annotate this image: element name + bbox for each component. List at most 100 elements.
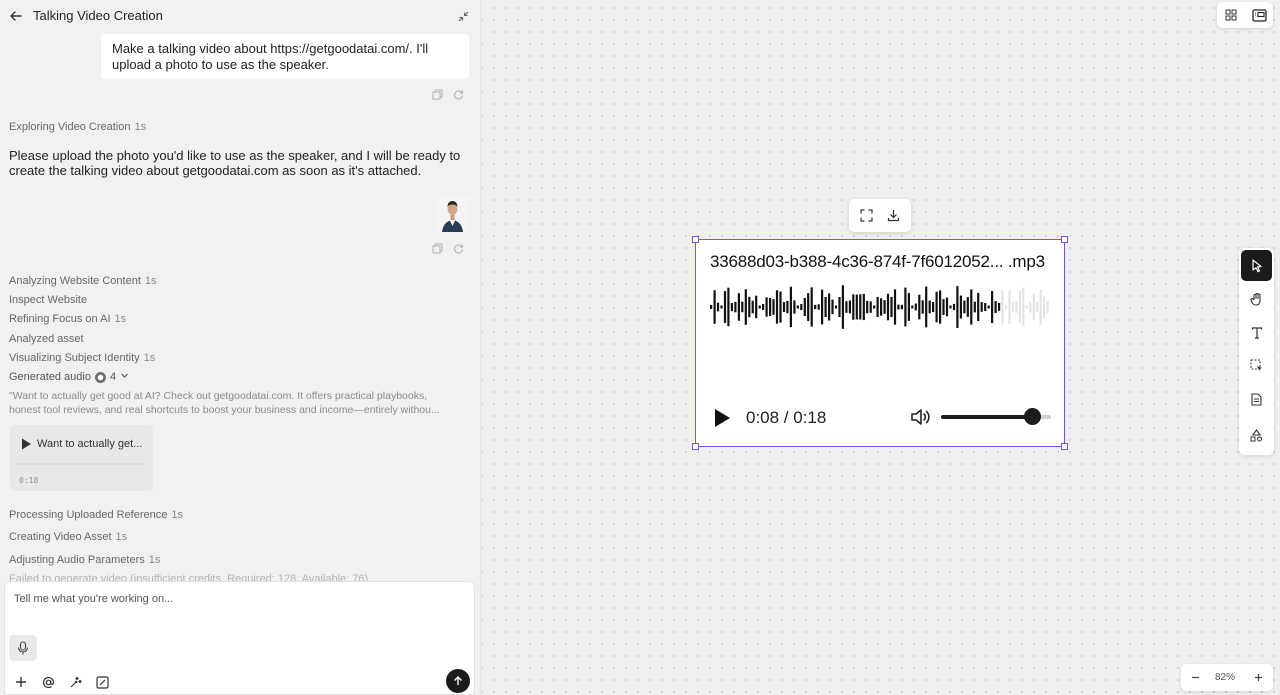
hand-icon[interactable] xyxy=(1241,283,1272,314)
waveform-bar xyxy=(762,304,765,311)
speaker-photo-thumbnail[interactable] xyxy=(436,196,469,232)
step-duration: 1s xyxy=(134,121,147,133)
waveform-bar xyxy=(900,304,903,310)
resize-handle[interactable] xyxy=(1061,443,1068,450)
waveform-bar xyxy=(831,299,834,315)
waveform-bar xyxy=(956,286,959,328)
step-label: Inspect Website xyxy=(9,294,88,306)
view-toggle xyxy=(1217,2,1273,28)
step-label: Creating Video Asset xyxy=(9,531,112,543)
waveform-bar xyxy=(800,304,803,311)
audio-media-node[interactable]: 33688d03-b388-4c36-874f-7f6012052... .mp… xyxy=(692,236,1068,450)
audio-script-quote: "Want to actually get good at AI? Check … xyxy=(9,390,440,416)
volume-fill xyxy=(941,415,1033,419)
composer-input[interactable]: Tell me what you're working on... xyxy=(14,593,173,605)
play-icon[interactable] xyxy=(19,437,33,451)
waveform-bar xyxy=(984,303,987,311)
waveform-bar xyxy=(921,300,924,314)
waveform-bar xyxy=(963,300,966,314)
waveform-bar xyxy=(970,289,973,325)
waveform-bar xyxy=(880,298,883,316)
failed-generation-notice[interactable]: Failed to generate video (insufficient c… xyxy=(9,573,368,581)
waveform-bar xyxy=(845,301,848,313)
shapes-icon[interactable] xyxy=(1241,420,1272,451)
text-icon[interactable] xyxy=(1241,317,1272,348)
volume-slider[interactable] xyxy=(941,408,1051,425)
copy-icon[interactable] xyxy=(431,88,444,101)
waveform-bar xyxy=(897,304,900,310)
waveform-bar xyxy=(779,291,782,323)
step-item: Analyzing Website Content 1s xyxy=(9,275,157,287)
waveform-bar xyxy=(720,305,723,309)
waveform-bar xyxy=(716,302,720,312)
waveform-bar xyxy=(1015,301,1018,313)
waveform-bar xyxy=(817,304,820,310)
generated-audio-label: Generated audio xyxy=(9,371,91,383)
waveform-bar xyxy=(949,305,952,309)
waveform-bar xyxy=(952,303,956,311)
retry-icon[interactable] xyxy=(452,242,465,255)
resize-handle[interactable] xyxy=(692,236,699,243)
waveform-bar xyxy=(855,294,858,320)
waveform-bar xyxy=(886,293,890,321)
plus-icon[interactable] xyxy=(13,674,29,690)
waveform-bar xyxy=(727,287,730,327)
waveform-bar xyxy=(907,293,910,321)
audio-card[interactable]: Want to actually get... 0:18 xyxy=(10,425,153,491)
waveform-bar xyxy=(821,289,824,325)
resize-handle[interactable] xyxy=(692,443,699,450)
zoom-control: 82% xyxy=(1181,664,1273,691)
magic-icon[interactable] xyxy=(67,674,83,690)
step-item: Adjusting Audio Parameters 1s xyxy=(9,554,160,566)
chevron-down-icon[interactable] xyxy=(120,371,129,383)
step-label: Exploring Video Creation xyxy=(9,121,131,133)
chat-title: Talking Video Creation xyxy=(33,8,163,23)
download-icon[interactable] xyxy=(885,207,903,225)
volume-icon[interactable] xyxy=(910,407,932,427)
volume-knob[interactable] xyxy=(1024,408,1042,425)
playback-time: 0:08 / 0:18 xyxy=(746,408,827,427)
play-icon[interactable] xyxy=(712,407,732,429)
waveform-bar xyxy=(841,285,844,329)
region-select-icon[interactable] xyxy=(1241,350,1272,381)
waveform-bar xyxy=(814,304,817,310)
step-duration: 1s xyxy=(171,509,183,521)
send-icon[interactable] xyxy=(446,669,470,693)
back-arrow-icon[interactable] xyxy=(6,6,26,26)
step-label: Visualizing Subject Identity xyxy=(9,352,140,364)
fullscreen-icon[interactable] xyxy=(858,207,876,225)
resize-handle[interactable] xyxy=(1061,236,1068,243)
waveform-bar xyxy=(803,298,806,316)
waveform-bar xyxy=(904,287,907,327)
waveform-bar xyxy=(1036,301,1039,313)
waveform-bar xyxy=(751,300,754,314)
credit-count: 4 xyxy=(109,371,117,383)
waveform-bar xyxy=(869,301,872,313)
audio-card-progress[interactable] xyxy=(18,463,146,465)
waveform-bar xyxy=(710,305,713,309)
collapse-icon[interactable] xyxy=(455,8,471,24)
zoom-out-icon[interactable] xyxy=(1187,669,1203,685)
waveform-bar xyxy=(862,293,865,321)
step-label: Adjusting Audio Parameters xyxy=(9,554,145,566)
at-icon[interactable] xyxy=(40,674,56,690)
waveform-bar xyxy=(939,290,942,324)
waveform-bar xyxy=(713,290,716,324)
mic-icon[interactable] xyxy=(9,635,37,661)
grid-view-icon[interactable] xyxy=(1222,6,1240,24)
audio-waveform[interactable] xyxy=(710,282,1050,332)
generated-audio-header[interactable]: Generated audio 4 xyxy=(9,371,129,383)
waveform-bar xyxy=(859,294,862,320)
select-cursor-icon[interactable] xyxy=(1241,250,1272,281)
copy-icon[interactable] xyxy=(431,242,444,255)
zoom-level[interactable]: 82% xyxy=(1215,672,1235,683)
zoom-in-icon[interactable] xyxy=(1250,669,1266,685)
edit-icon[interactable] xyxy=(94,674,110,690)
canvas-view-icon[interactable] xyxy=(1250,6,1268,24)
user-message-actions xyxy=(431,88,465,101)
chat-panel: Talking Video Creation Make a talking vi… xyxy=(0,0,481,695)
document-icon[interactable] xyxy=(1241,384,1272,415)
audio-card-label: Want to actually get... xyxy=(37,438,143,450)
step-item: Visualizing Subject Identity 1s xyxy=(9,352,155,364)
retry-icon[interactable] xyxy=(452,88,465,101)
